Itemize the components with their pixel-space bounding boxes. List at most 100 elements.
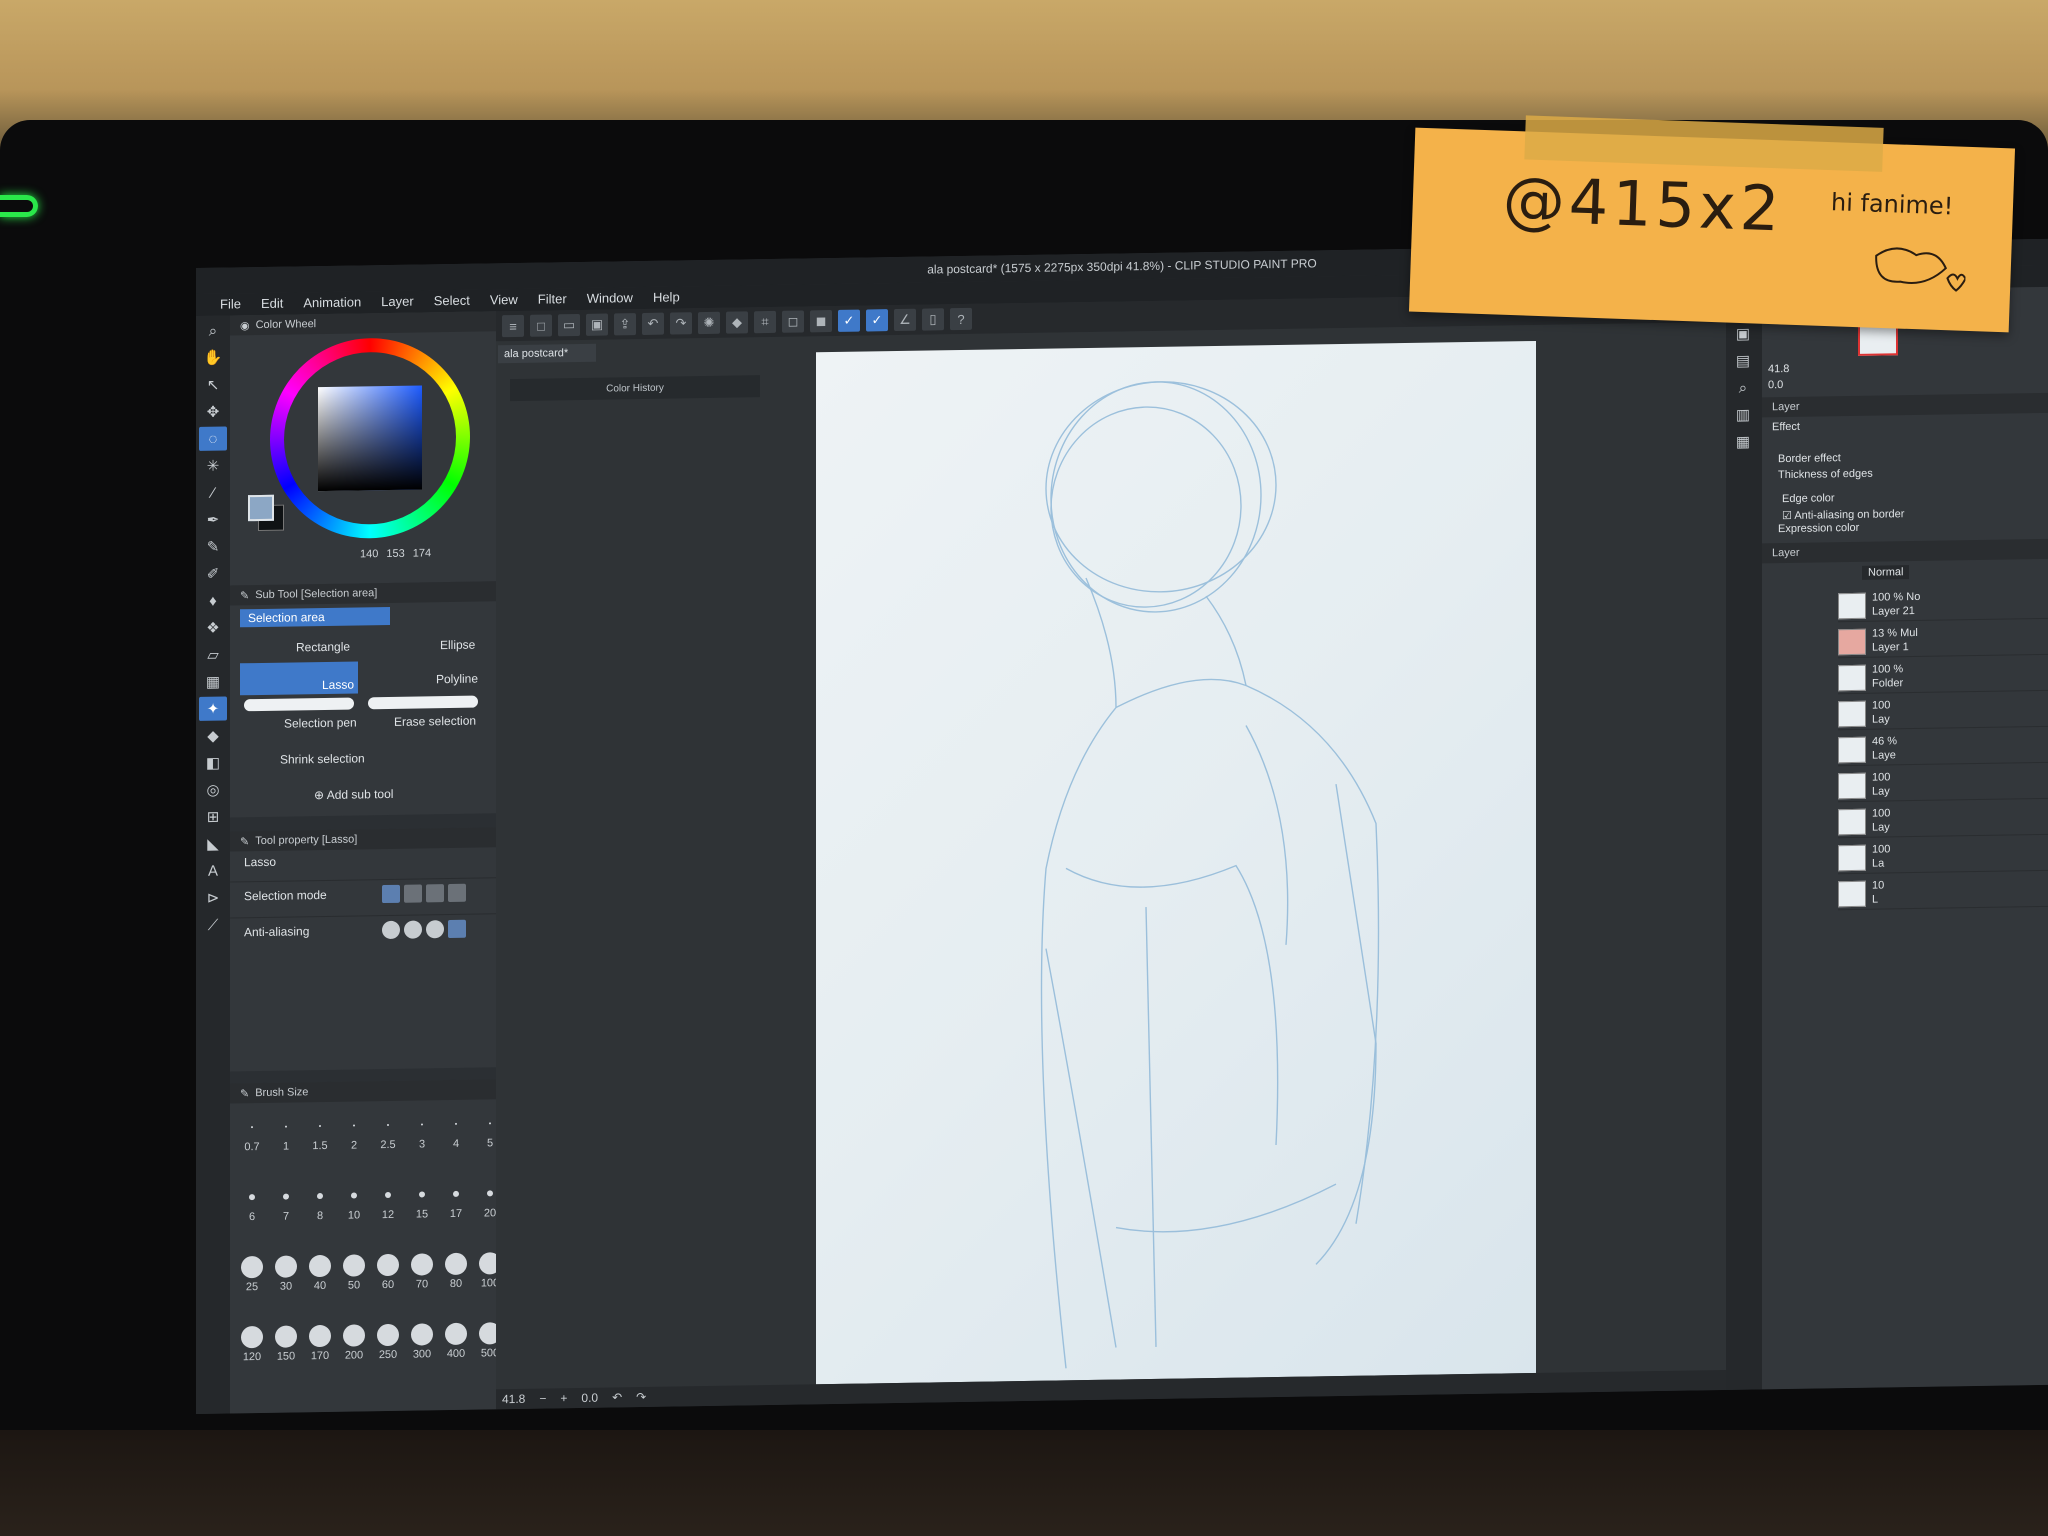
animation-icon[interactable]: ▥ — [1729, 402, 1757, 426]
add-selection-icon[interactable] — [404, 883, 422, 903]
pencil-icon[interactable]: ✎ — [199, 535, 227, 559]
balloon-icon[interactable]: ⊳ — [199, 886, 227, 910]
aa-none-icon[interactable] — [382, 920, 400, 939]
navigator-zoom[interactable]: 41.8 — [1768, 363, 1789, 375]
brush-size-dot[interactable] — [275, 1325, 297, 1348]
brush-size-dot[interactable] — [343, 1254, 365, 1277]
auto-select-icon[interactable]: ✳ — [199, 454, 227, 478]
canvas-paper[interactable] — [816, 340, 1536, 1385]
erase-selection-option[interactable]: Erase selection — [394, 714, 476, 729]
loading-icon[interactable]: ✺ — [698, 311, 720, 335]
sub-tool-group-tab[interactable]: Selection area — [240, 606, 390, 628]
material-panel-icon[interactable]: ▦ — [1729, 429, 1757, 453]
brush-size-dot[interactable] — [241, 1325, 263, 1349]
brush-size-dot[interactable] — [445, 1322, 467, 1346]
airbrush-icon[interactable]: ♦ — [199, 589, 227, 613]
sparkle-tool-icon[interactable]: ✦ — [199, 696, 227, 721]
menu-view[interactable]: View — [480, 289, 528, 312]
layer-row[interactable]: 10 L — [1838, 874, 2048, 911]
zoom-icon[interactable]: ⌕ — [199, 319, 227, 343]
frame-icon[interactable]: ⊞ — [199, 805, 227, 829]
add-sub-tool-button[interactable]: ⊕ Add sub tool — [314, 787, 393, 802]
color-wheel[interactable] — [270, 336, 470, 540]
canvas-area[interactable]: ala postcard* Color History — [496, 321, 1726, 1402]
brush-size-dot[interactable] — [489, 1122, 491, 1125]
hand-icon[interactable]: ✋ — [199, 346, 227, 370]
polyline-option[interactable]: Polyline — [436, 672, 478, 687]
layer-panel-tab[interactable]: Layer — [1772, 547, 1800, 559]
brush-size-dot[interactable] — [411, 1253, 433, 1276]
brush-size-dot[interactable] — [319, 1125, 321, 1128]
zoom-in-icon[interactable]: + — [560, 1391, 567, 1405]
brush-size-dot[interactable] — [283, 1193, 289, 1200]
correct-line-icon[interactable]: ⟋ — [199, 913, 227, 937]
brush-size-dot[interactable] — [353, 1124, 355, 1127]
operation-icon[interactable]: ↖ — [199, 373, 227, 397]
document-tab[interactable]: ala postcard* — [498, 343, 596, 364]
new-icon[interactable]: □ — [530, 314, 552, 337]
brush-size-dot[interactable] — [275, 1255, 297, 1278]
menu-icon[interactable]: ≡ — [502, 314, 524, 338]
ellipse-option[interactable]: Ellipse — [440, 638, 475, 653]
menu-filter[interactable]: Filter — [528, 288, 577, 311]
brush-size-dot[interactable] — [387, 1123, 389, 1126]
move-icon[interactable]: ✥ — [199, 400, 227, 424]
figure-icon[interactable]: ◎ — [199, 778, 227, 802]
brush-size-dot[interactable] — [309, 1324, 331, 1348]
text-icon[interactable]: A — [199, 859, 227, 883]
ruler-icon[interactable]: ◣ — [199, 832, 227, 856]
zoom-value[interactable]: 41.8 — [502, 1392, 525, 1406]
rotate-left-icon[interactable]: ↶ — [612, 1390, 622, 1404]
sub-view-icon[interactable]: ▣ — [1729, 321, 1757, 345]
menu-file[interactable]: File — [210, 293, 251, 316]
rotation-value[interactable]: 0.0 — [581, 1391, 598, 1405]
brush-size-dot[interactable] — [309, 1254, 331, 1278]
brush-size-dot[interactable] — [453, 1190, 459, 1197]
saturation-value-square[interactable] — [318, 385, 422, 492]
menu-select[interactable]: Select — [424, 290, 480, 313]
snap-grid-icon[interactable]: ✓ — [866, 309, 888, 332]
rotate-right-icon[interactable]: ↷ — [636, 1390, 646, 1404]
layer-row[interactable]: 46 % Laye — [1838, 730, 2048, 767]
menu-edit[interactable]: Edit — [251, 292, 293, 315]
blend-mode-select[interactable]: Normal — [1862, 565, 1910, 580]
brush-size-dot[interactable] — [251, 1126, 253, 1129]
zoom-out-icon[interactable]: − — [539, 1391, 546, 1405]
brush-size-dot[interactable] — [377, 1323, 399, 1347]
eyedropper-icon[interactable]: ⁄ — [199, 481, 227, 505]
color-history-panel[interactable]: Color History — [510, 375, 760, 402]
brush-icon[interactable]: ✐ — [199, 562, 227, 586]
snap-special-icon[interactable]: ∠ — [894, 308, 916, 332]
brush-size-dot[interactable] — [317, 1193, 323, 1200]
menu-help[interactable]: Help — [643, 286, 690, 309]
anti-aliasing-border-checkbox[interactable]: ☑ Anti-aliasing on border — [1782, 507, 1904, 522]
brush-size-dot[interactable] — [445, 1252, 467, 1276]
help-icon[interactable]: ? — [950, 307, 972, 331]
brush-size-dot[interactable] — [455, 1122, 457, 1125]
brush-size-dot[interactable] — [285, 1125, 287, 1128]
lasso-tool-icon[interactable]: ◌ — [199, 426, 227, 451]
menu-layer[interactable]: Layer — [371, 290, 424, 313]
deselect-icon[interactable]: ◻ — [782, 310, 804, 333]
border-effect-label[interactable]: Border effect — [1778, 452, 1841, 465]
open-icon[interactable]: ▭ — [558, 313, 580, 337]
subtract-selection-icon[interactable] — [426, 883, 444, 902]
layer-row[interactable]: 13 % Mul Layer 1 — [1838, 622, 2048, 659]
aa-medium-icon[interactable] — [426, 919, 444, 938]
layer-row[interactable]: 100 % No Layer 21 — [1838, 586, 2048, 623]
brush-size-dot[interactable] — [351, 1192, 357, 1199]
fill-icon[interactable]: ◆ — [726, 311, 748, 334]
redo-icon[interactable]: ↷ — [670, 312, 692, 335]
rectangle-option[interactable]: Rectangle — [296, 640, 350, 655]
snap-ruler-icon[interactable]: ✓ — [838, 309, 860, 332]
brush-size-dot[interactable] — [421, 1123, 423, 1126]
layer-row[interactable]: 100 Lay — [1838, 766, 2048, 803]
menu-window[interactable]: Window — [577, 287, 643, 310]
aa-weak-icon[interactable] — [404, 919, 422, 939]
pen-icon[interactable]: ✒ — [199, 508, 227, 532]
layer-search-icon[interactable]: ⌕ — [1729, 375, 1757, 399]
decoration-icon[interactable]: ❖ — [199, 616, 227, 640]
layer-row[interactable]: 100 Lay — [1838, 694, 2048, 731]
material-icon[interactable]: ▯ — [922, 308, 944, 331]
layer-row[interactable]: 100 Lay — [1838, 802, 2048, 839]
